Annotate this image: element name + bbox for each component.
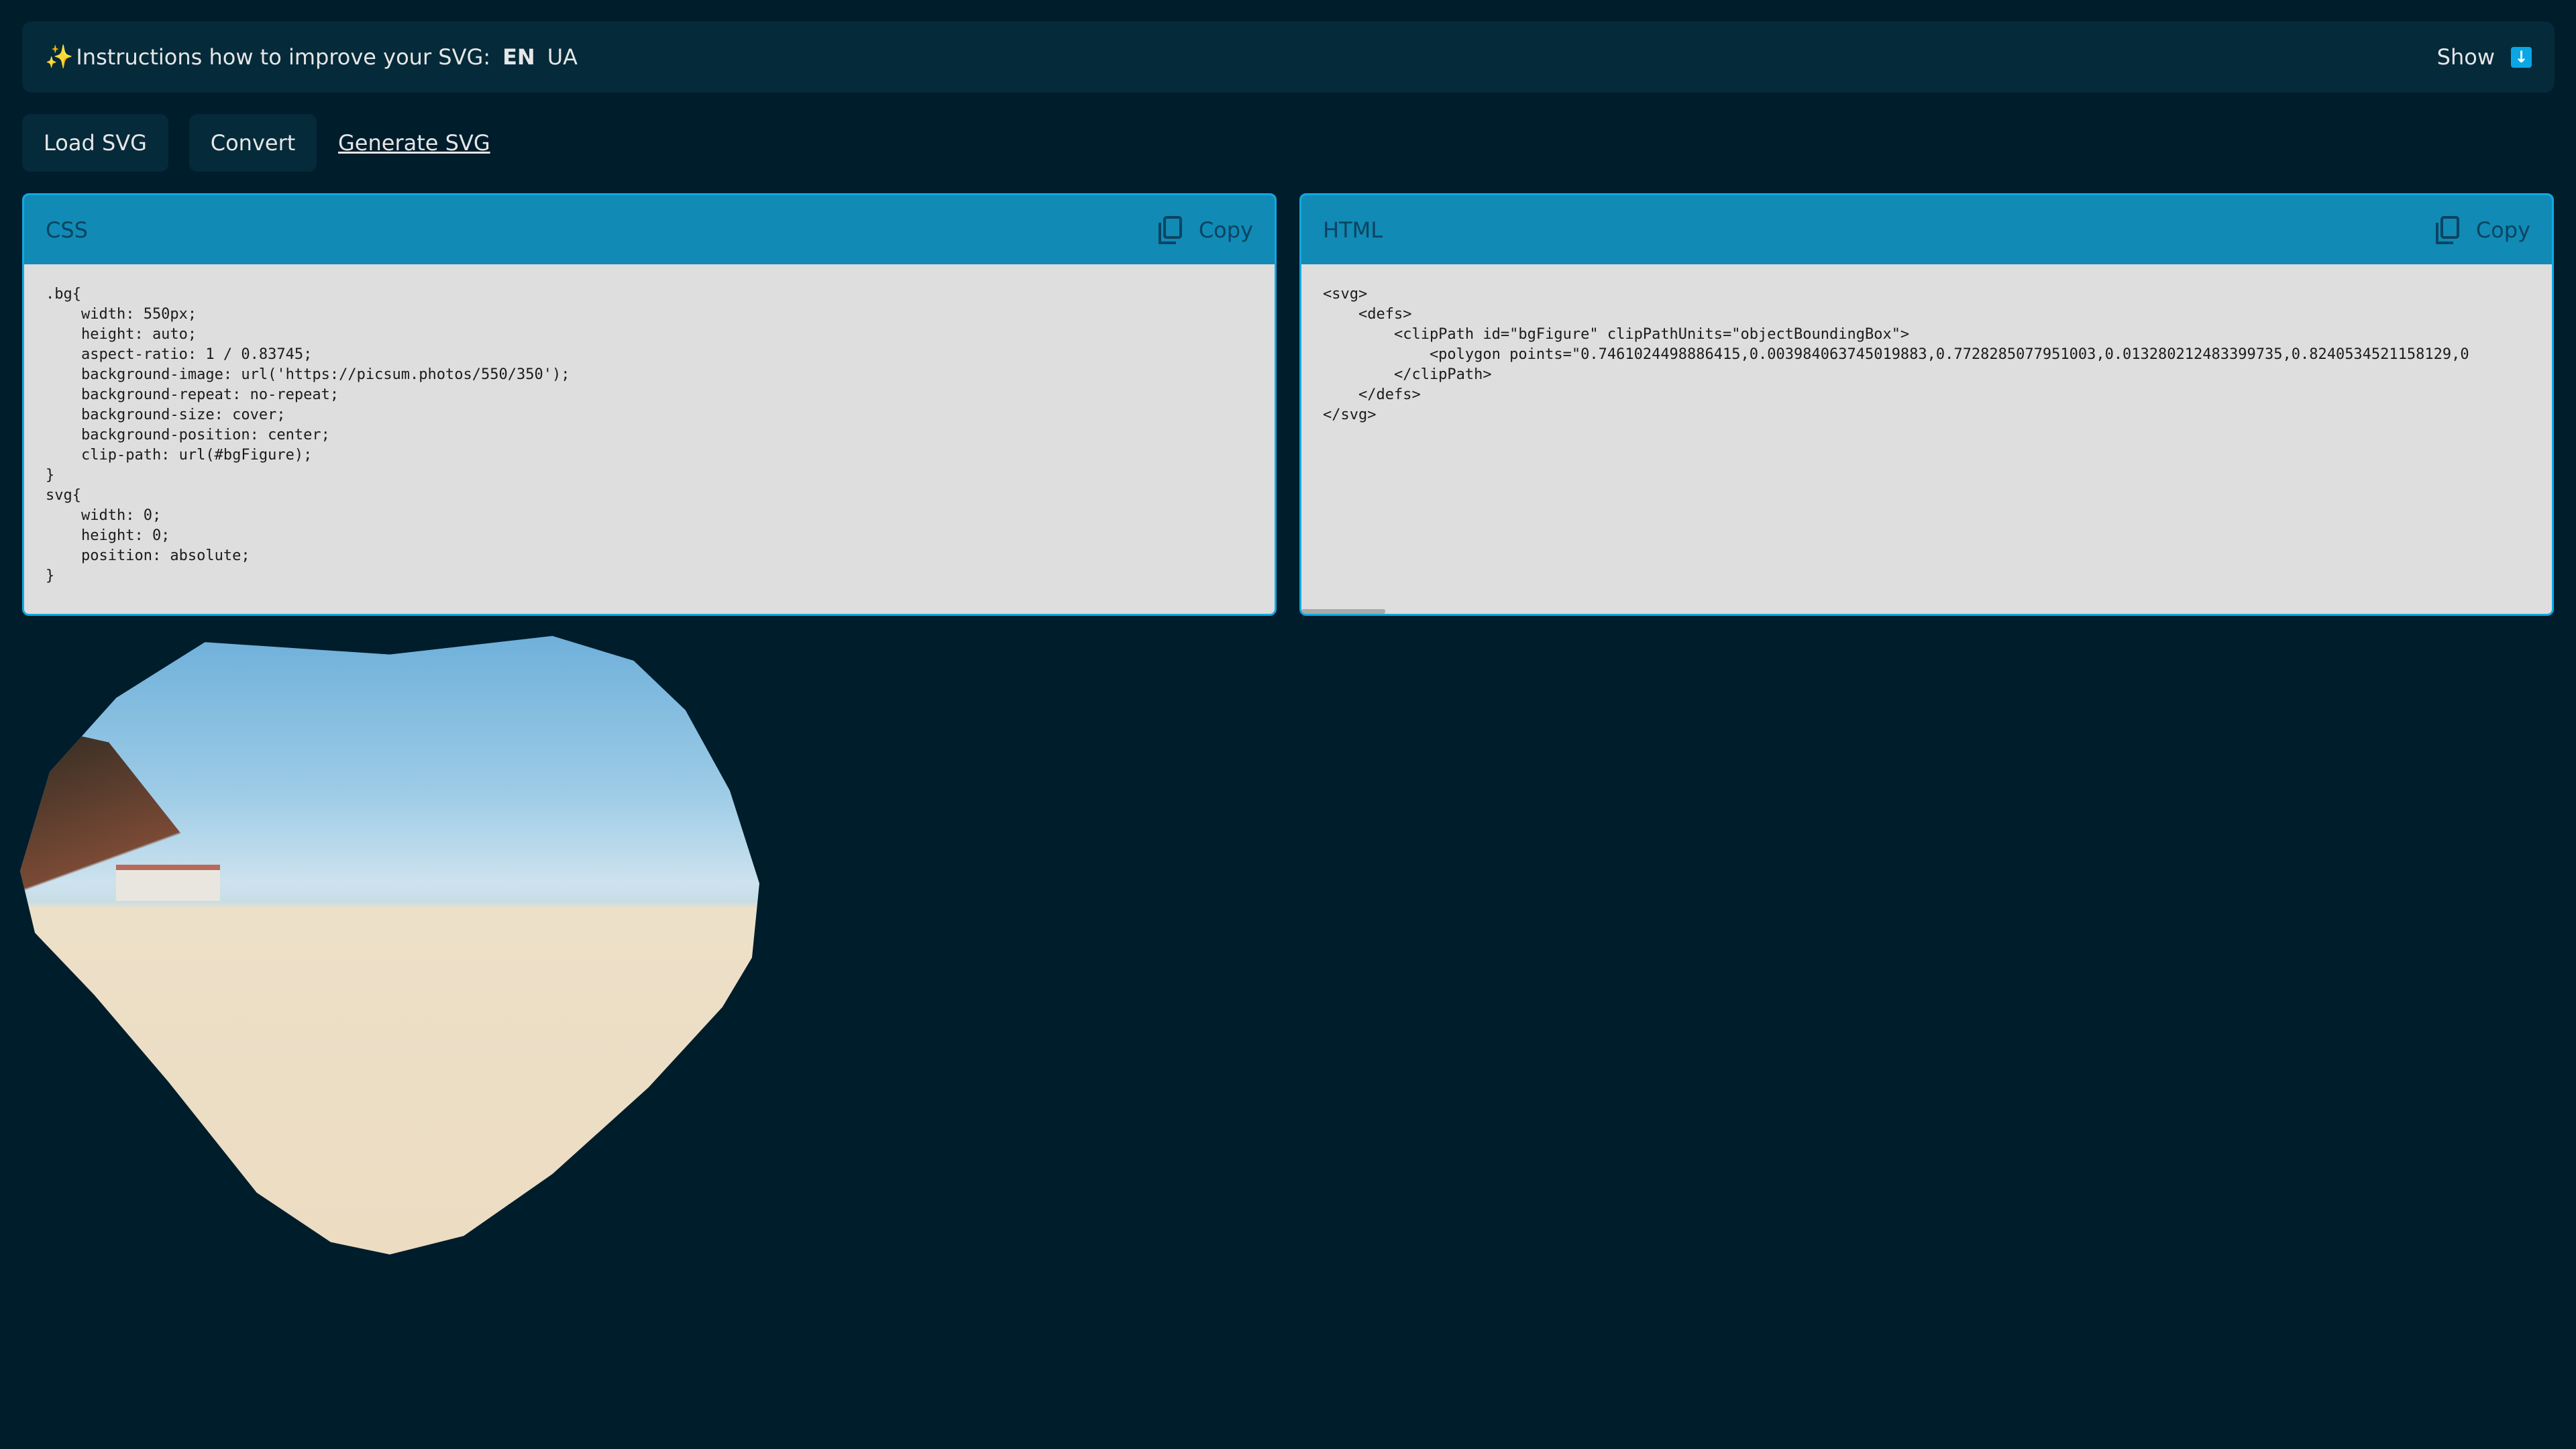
html-panel-header: HTML Copy (1301, 195, 2552, 264)
generate-svg-link[interactable]: Generate SVG (338, 114, 490, 172)
html-copy-button[interactable]: Copy (2435, 215, 2530, 244)
language-en[interactable]: EN (502, 44, 535, 70)
language-ua[interactable]: UA (547, 44, 578, 70)
html-panel: HTML Copy <svg> <defs> <clipPath id="bgF… (1299, 193, 2554, 616)
html-copy-label: Copy (2475, 217, 2530, 243)
horizontal-scrollbar[interactable] (1301, 609, 1385, 614)
copy-icon (1158, 215, 1182, 244)
copy-icon (2435, 215, 2459, 244)
html-code[interactable]: <svg> <defs> <clipPath id="bgFigure" cli… (1301, 264, 2552, 445)
css-code[interactable]: .bg{ width: 550px; height: auto; aspect-… (24, 264, 1275, 606)
show-instructions-button[interactable]: Show ↓ (2437, 44, 2532, 70)
instructions-bar: ✨ Instructions how to improve your SVG: … (22, 21, 2555, 93)
css-copy-button[interactable]: Copy (1158, 215, 1253, 244)
convert-button[interactable]: Convert (189, 114, 317, 172)
css-panel-title: CSS (46, 217, 88, 243)
css-panel: CSS Copy .bg{ width: 550px; height: auto… (22, 193, 1277, 616)
css-copy-label: Copy (1198, 217, 1253, 243)
html-panel-title: HTML (1323, 217, 1383, 243)
instructions-title: Instructions how to improve your SVG: (76, 44, 491, 70)
css-panel-header: CSS Copy (24, 195, 1275, 264)
show-label: Show (2436, 44, 2495, 70)
preview-house (116, 865, 220, 902)
clipped-image-preview (20, 636, 759, 1254)
load-svg-button[interactable]: Load SVG (22, 114, 168, 172)
arrow-down-icon: ↓ (2511, 46, 2532, 68)
sparkles-icon: ✨ (45, 44, 74, 70)
